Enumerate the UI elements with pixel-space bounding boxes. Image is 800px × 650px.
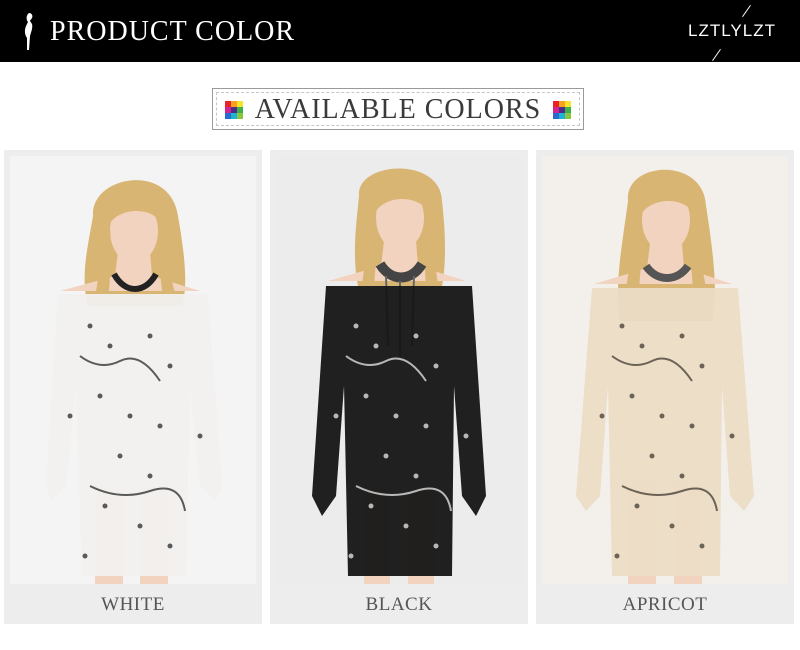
page-title: PRODUCT COLOR <box>50 16 296 47</box>
product-photo <box>276 156 522 584</box>
header-banner: PRODUCT COLOR LZTLYLZT <box>0 0 800 62</box>
color-label: BLACK <box>365 594 433 615</box>
color-label: APRICOT <box>622 594 708 615</box>
product-photo <box>10 156 256 584</box>
color-card-apricot[interactable]: APRICOT <box>536 150 794 624</box>
color-card-white[interactable]: WHITE <box>4 150 262 624</box>
woman-silhouette-icon <box>24 13 33 50</box>
product-photo <box>542 156 788 584</box>
color-card-black[interactable]: BLACK <box>270 150 528 624</box>
model-photo-apricot <box>542 156 788 584</box>
decorative-slash <box>712 48 721 62</box>
decorative-slash <box>742 4 751 18</box>
model-photo-white <box>10 156 256 584</box>
brand-name: LZTLYLZT <box>688 21 776 40</box>
section-heading: AVAILABLE COLORS <box>212 88 584 130</box>
model-photo-black <box>276 156 522 584</box>
section-title: AVAILABLE COLORS <box>254 94 542 125</box>
color-grid-icon <box>553 101 571 119</box>
color-label: WHITE <box>101 594 165 615</box>
